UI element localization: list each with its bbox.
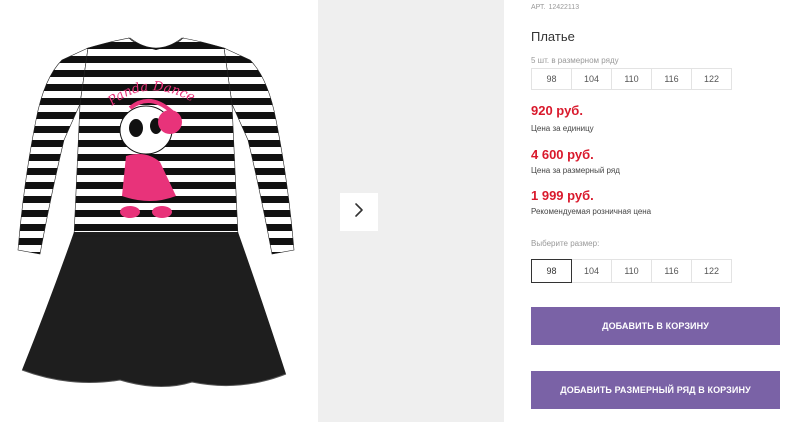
product-details: АРТ. 12422113 Платье 5 шт. в размерном ря… <box>531 0 791 428</box>
pack-size-cell: 104 <box>571 68 612 90</box>
retail-price: 1 999 руб. <box>531 188 594 203</box>
chevron-right-icon <box>353 202 365 223</box>
pack-price-caption: Цена за размерный ряд <box>531 166 620 175</box>
sku: АРТ. 12422113 <box>531 4 579 11</box>
add-to-cart-button[interactable]: ДОБАВИТЬ В КОРЗИНУ <box>531 307 780 345</box>
unit-price: 920 руб. <box>531 103 583 118</box>
pack-size-cell: 122 <box>691 68 732 90</box>
choose-size-label: Выберите размер: <box>531 239 600 248</box>
size-option-122[interactable]: 122 <box>691 259 732 283</box>
pack-size-row: 98 104 110 116 122 <box>531 68 732 90</box>
size-selector: 98 104 110 116 122 <box>531 259 732 283</box>
gallery-panel <box>318 0 504 422</box>
pack-size-cell: 116 <box>651 68 692 90</box>
size-option-116[interactable]: 116 <box>651 259 692 283</box>
size-option-104[interactable]: 104 <box>571 259 612 283</box>
pack-note: 5 шт. в размерном ряду <box>531 56 619 65</box>
add-pack-to-cart-button[interactable]: ДОБАВИТЬ РАЗМЕРНЫЙ РЯД В КОРЗИНУ <box>531 371 780 409</box>
dress-illustration: Panda Dance <box>17 37 295 388</box>
pack-size-cell: 98 <box>531 68 572 90</box>
pack-size-cell: 110 <box>611 68 652 90</box>
sku-label: АРТ. <box>531 4 546 11</box>
unit-price-caption: Цена за единицу <box>531 124 594 133</box>
size-option-110[interactable]: 110 <box>611 259 652 283</box>
product-image: Panda Dance <box>0 0 318 428</box>
product-title: Платье <box>531 29 575 44</box>
sku-value: 12422113 <box>548 4 580 11</box>
pack-price: 4 600 руб. <box>531 147 594 162</box>
retail-price-caption: Рекомендуемая розничная цена <box>531 207 652 216</box>
gallery-next-button[interactable] <box>340 193 378 231</box>
size-option-98[interactable]: 98 <box>531 259 572 283</box>
